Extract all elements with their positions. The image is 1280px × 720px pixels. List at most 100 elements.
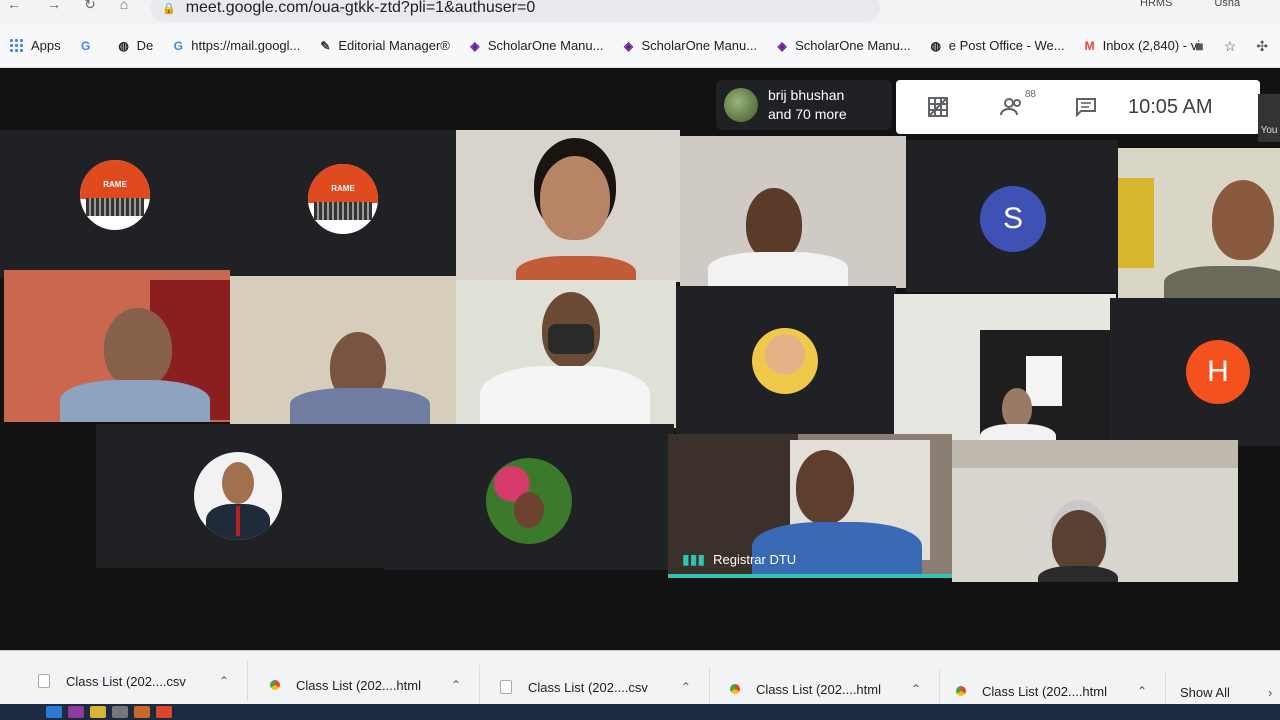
participant-tile-man-right[interactable] <box>1118 148 1280 298</box>
participant-tile-orange-room[interactable] <box>4 270 230 422</box>
extensions-icon[interactable]: ✣ <box>1256 38 1268 55</box>
camera-icon[interactable]: ■ <box>1195 38 1203 55</box>
scholarone-icon: ◈ <box>777 38 787 53</box>
globe-icon: ◍ <box>118 38 129 53</box>
avatar <box>752 328 818 394</box>
address-bar[interactable]: 🔒 meet.google.com/oua-gtkk-ztd?pli=1&aut… <box>150 0 880 22</box>
chevron-up-icon[interactable]: ⌃ <box>219 674 229 688</box>
bookmark-epost[interactable]: ◍ e Post Office - We... <box>929 38 1064 53</box>
participant-tile-registrar[interactable]: ▮▮▮ Registrar DTU <box>668 434 952 578</box>
avatar-s: S <box>980 186 1046 252</box>
file-icon <box>500 680 512 694</box>
participant-tile-flowers[interactable] <box>384 424 674 570</box>
presenter-pill[interactable]: brij bhushan and 70 more <box>716 80 892 130</box>
participant-tile-woman[interactable] <box>456 130 680 282</box>
app-icon[interactable] <box>112 706 128 718</box>
profile-name[interactable]: Usha <box>1214 0 1240 9</box>
scholarone-icon: ◈ <box>623 38 634 53</box>
participant-tile-office[interactable] <box>894 294 1116 442</box>
pill-line1: brij bhushan <box>768 87 845 103</box>
participant-head <box>540 156 610 240</box>
participant-tile-h[interactable]: H <box>1110 298 1280 446</box>
bookmark-de[interactable]: ◍ De <box>117 38 153 53</box>
toolbar-right-icons: ■ ☆ ✣ <box>1195 38 1268 55</box>
rame-logo: RAME <box>308 164 378 234</box>
download-item[interactable]: Class List (202....html ⌃ <box>712 669 940 709</box>
bookmark-scholarone-2[interactable]: ◈ ScholarOne Manu... <box>621 38 757 53</box>
apps-icon <box>10 39 23 52</box>
participant-tile-logo-2[interactable]: RAME <box>230 130 456 278</box>
chevron-up-icon[interactable]: ⌃ <box>1137 684 1147 698</box>
lock-icon: 🔒 <box>162 2 176 15</box>
home-icon[interactable]: ⌂ <box>114 0 134 14</box>
forward-icon[interactable]: → <box>44 0 64 14</box>
participant-tile-beard[interactable] <box>230 276 456 424</box>
participant-tile-man-white[interactable] <box>680 136 906 288</box>
participant-tile-suit[interactable] <box>96 424 384 568</box>
bookmark-editorial-manager[interactable]: ✎ Editorial Manager® <box>318 38 450 53</box>
chrome-icon <box>730 684 740 694</box>
file-icon <box>38 674 50 688</box>
avatar <box>486 458 572 544</box>
bookmark-scholarone-3[interactable]: ◈ ScholarOne Manu... <box>775 38 910 53</box>
bookmark-gmail-link[interactable]: G https://mail.googl... <box>171 38 301 53</box>
gmail-icon: M <box>1084 38 1095 53</box>
bookmark-scholarone-1[interactable]: ◈ ScholarOne Manu... <box>468 38 603 53</box>
mask <box>548 324 594 354</box>
meet-control-bar: 88 10:05 AM <box>896 80 1260 134</box>
google-icon: G <box>80 38 91 53</box>
download-item[interactable]: Class List (202....html ⌃ <box>252 665 480 705</box>
chat-icon[interactable] <box>1066 87 1106 127</box>
avatar-h: H <box>1186 340 1250 404</box>
chevron-up-icon[interactable]: ⌃ <box>451 678 461 692</box>
people-icon[interactable]: 88 <box>992 87 1036 127</box>
os-taskbar <box>0 704 1280 720</box>
layout-icon[interactable] <box>918 87 958 127</box>
avatar <box>724 88 758 122</box>
show-all-button[interactable]: Show All <box>1180 685 1230 700</box>
chrome-icon <box>270 680 280 690</box>
download-item[interactable]: Class List (202....csv ⌃ <box>482 667 710 707</box>
reload-icon[interactable]: ↻ <box>80 0 100 14</box>
participant-tile-mask[interactable] <box>456 280 676 428</box>
meet-grid: brij bhushan and 70 more 88 10:05 AM You… <box>0 68 1280 650</box>
speaker-name-tag: ▮▮▮ Registrar DTU <box>682 551 797 567</box>
rame-logo: RAME <box>80 160 150 230</box>
chrome-icon <box>956 686 966 696</box>
scholarone-icon: ◈ <box>470 38 480 53</box>
bookmark-google[interactable]: G <box>79 39 99 53</box>
app-icon[interactable] <box>134 706 150 718</box>
globe-icon: ◍ <box>930 38 941 53</box>
url-text: meet.google.com/oua-gtkk-ztd?pli=1&authu… <box>185 0 536 16</box>
download-item[interactable]: Class List (202....csv ⌃ <box>20 661 248 701</box>
windows-icon[interactable] <box>46 706 62 718</box>
bookmarks-bar: Apps G ◍ De G https://mail.googl... ✎ Ed… <box>0 24 1280 68</box>
profile-area: HRMS Usha <box>960 0 1240 12</box>
self-view[interactable]: You <box>1258 94 1280 142</box>
hrms-tab[interactable]: HRMS <box>1140 0 1172 9</box>
close-downloads-icon[interactable]: › <box>1268 685 1272 700</box>
participant-tile-round-photo[interactable] <box>676 286 896 434</box>
participant-tile-elder[interactable] <box>952 440 1238 582</box>
editorial-icon: ✎ <box>320 38 331 53</box>
participant-tile-s[interactable]: S <box>906 140 1118 292</box>
chrome-taskbar-icon[interactable] <box>156 706 172 718</box>
chevron-up-icon[interactable]: ⌃ <box>681 680 691 694</box>
audio-level-icon: ▮▮▮ <box>682 551 706 567</box>
google-icon: G <box>173 38 183 53</box>
participants-count: 88 <box>1024 89 1036 100</box>
chevron-up-icon[interactable]: ⌃ <box>911 682 921 696</box>
app-icon[interactable] <box>68 706 84 718</box>
screen: ← → ↻ ⌂ 🔒 meet.google.com/oua-gtkk-ztd?p… <box>0 0 1280 720</box>
active-speaker-indicator <box>668 574 952 578</box>
participant-tile-logo-1[interactable]: RAME <box>0 130 230 278</box>
avatar <box>194 452 282 540</box>
clock: 10:05 AM <box>1128 95 1213 118</box>
folder-icon[interactable] <box>90 706 106 718</box>
star-icon[interactable]: ☆ <box>1224 38 1237 55</box>
browser-toolbar: ← → ↻ ⌂ 🔒 meet.google.com/oua-gtkk-ztd?p… <box>0 0 1280 26</box>
pill-line2: and 70 more <box>768 106 847 122</box>
bookmark-inbox[interactable]: M Inbox (2,840) - vi <box>1083 38 1201 53</box>
back-icon[interactable]: ← <box>4 0 24 14</box>
bookmark-apps[interactable]: Apps <box>10 38 61 53</box>
